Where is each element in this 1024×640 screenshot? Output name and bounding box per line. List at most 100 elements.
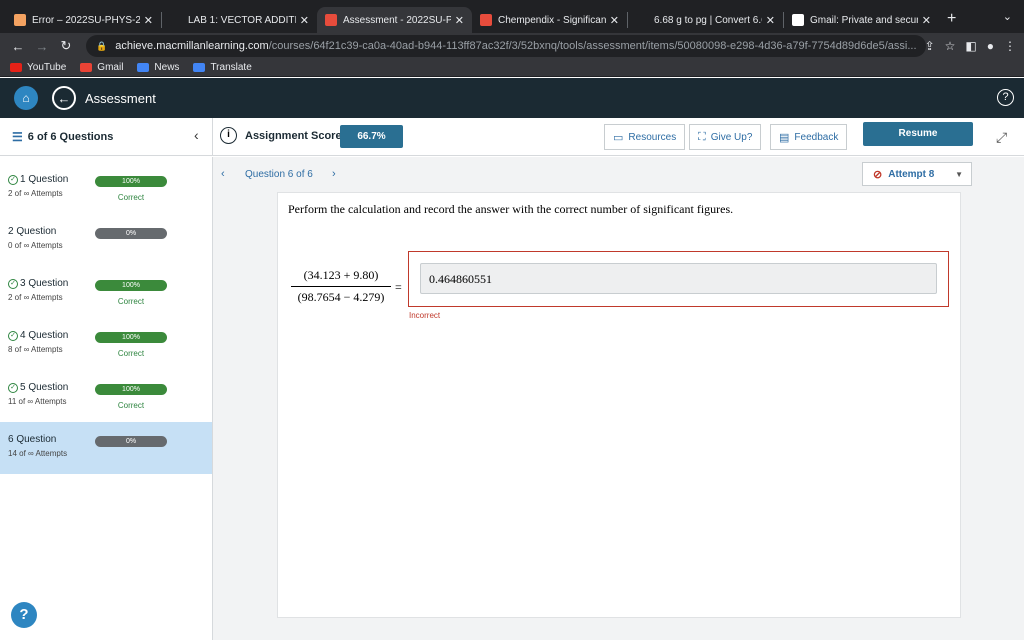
sidebar-question-item[interactable]: 6 Question 14 of ∞ Attempts 0%	[0, 422, 212, 474]
check-circle-icon: ✓	[8, 330, 18, 341]
back-circle-icon[interactable]: ←	[52, 86, 76, 110]
bookmark-favicon-icon	[137, 63, 150, 72]
question-name-label: 4 Question	[20, 330, 69, 341]
question-score-bar: 100%	[95, 384, 167, 395]
resources-button[interactable]: ▭ Resources	[604, 124, 686, 150]
attempt-label: Attempt 8	[888, 168, 935, 180]
next-question-icon[interactable]: ›	[332, 168, 336, 180]
browser-tab[interactable]: Error – 2022SU-PHYS-242 ✕	[6, 7, 161, 33]
folder-icon: ▭	[613, 131, 624, 144]
tab-title: Gmail: Private and secure e	[810, 14, 918, 26]
close-tab-icon[interactable]: ✕	[144, 14, 153, 27]
browser-tab[interactable]: LAB 1: VECTOR ADDITION ✕	[162, 7, 317, 33]
question-count-label: 6 of 6 Questions	[27, 131, 114, 143]
menu-kebab-icon[interactable]: ⋮	[1004, 39, 1016, 53]
bookmark-item[interactable]: Translate	[193, 62, 252, 73]
question-status: Correct	[117, 297, 145, 306]
give-up-label: Give Up?	[710, 131, 753, 143]
expand-icon[interactable]: ⤢	[996, 129, 1007, 146]
close-tab-icon[interactable]: ✕	[766, 14, 775, 27]
collapse-sidebar-icon[interactable]: ‹	[194, 127, 199, 143]
question-score-bar: 100%	[95, 280, 167, 291]
bookmarks-bar: YouTube Gmail News Translate	[0, 59, 1024, 77]
sidebar-question-item[interactable]: ✓ 3 Question 2 of ∞ Attempts 100% Correct	[0, 266, 212, 318]
tab-favicon-icon	[792, 14, 804, 26]
close-tab-icon[interactable]: ✕	[610, 14, 619, 27]
bookmark-star-icon[interactable]: ☆	[945, 39, 956, 53]
url-host: achieve.macmillanlearning.com	[115, 40, 269, 52]
home-icon[interactable]: ⌂	[14, 86, 38, 110]
assessment-toolbar: ☰ 6 of 6 Questions ‹ i Assignment Score:…	[0, 118, 1024, 156]
question-score-bar: 0%	[95, 436, 167, 447]
bookmark-item[interactable]: News	[137, 62, 179, 73]
tab-favicon-icon	[14, 14, 26, 26]
divider	[212, 118, 213, 156]
close-tab-icon[interactable]: ✕	[455, 14, 464, 27]
fraction-expression: (34.123 + 9.80) (98.7654 − 4.279)	[291, 268, 391, 305]
lock-icon: 🔒	[96, 40, 108, 51]
tab-search-icon[interactable]: ⌄	[1003, 10, 1012, 23]
reload-icon[interactable]: ↻	[54, 38, 78, 54]
browser-tab[interactable]: Gmail: Private and secure e ✕	[784, 7, 939, 33]
question-score-bar: 100%	[95, 332, 167, 343]
feedback-button[interactable]: ▤ Feedback	[770, 124, 848, 150]
question-status: Correct	[117, 193, 145, 202]
profile-icon[interactable]: ●	[987, 39, 994, 53]
browser-tab-bar: Error – 2022SU-PHYS-242✕LAB 1: VECTOR AD…	[0, 0, 1024, 33]
sidebar-question-item[interactable]: ✓ 1 Question 2 of ∞ Attempts 100% Correct	[0, 162, 212, 214]
tab-favicon-icon	[325, 14, 337, 26]
bookmark-item[interactable]: YouTube	[10, 62, 66, 73]
info-icon[interactable]: i	[220, 127, 237, 144]
resume-button[interactable]: Resume	[863, 122, 973, 146]
tab-title: Assessment - 2022SU-PH	[343, 14, 451, 26]
browser-address-bar: ← → ↻ 🔒 achieve.macmillanlearning.com/co…	[0, 33, 1024, 59]
browser-tab[interactable]: Chempendix - Significant F ✕	[472, 7, 627, 33]
bookmark-label: Gmail	[97, 62, 124, 73]
prev-question-icon[interactable]: ‹	[221, 168, 225, 180]
feedback-icon: ▤	[779, 131, 790, 144]
question-count[interactable]: ☰ 6 of 6 Questions	[12, 130, 113, 144]
question-nav-label: Question 6 of 6	[245, 169, 313, 180]
tab-favicon-icon	[480, 14, 492, 26]
question-name-label: 5 Question	[20, 382, 69, 393]
check-circle-icon: ✓	[8, 382, 18, 393]
sidepanel-icon[interactable]: ◧	[965, 39, 976, 53]
back-arrow-icon[interactable]: ←	[6, 39, 30, 54]
help-icon[interactable]: ?	[997, 89, 1014, 106]
share-icon[interactable]: ⇪	[925, 39, 935, 53]
question-name-label: 1 Question	[20, 174, 69, 185]
question-name-label: 3 Question	[20, 278, 69, 289]
forward-arrow-icon[interactable]: →	[30, 39, 54, 54]
equals-sign: =	[395, 280, 402, 294]
browser-tab[interactable]: Assessment - 2022SU-PH ✕	[317, 7, 472, 33]
app-title: Assessment	[85, 90, 156, 106]
check-circle-icon: ✓	[8, 278, 18, 289]
give-up-button[interactable]: ⛶ Give Up?	[689, 124, 762, 150]
close-tab-icon[interactable]: ✕	[300, 14, 309, 27]
sidebar-question-item[interactable]: ✓ 5 Question 11 of ∞ Attempts 100% Correct	[0, 370, 212, 422]
attempt-dropdown[interactable]: ⊘ Attempt 8 ▼	[862, 162, 972, 186]
fraction-numerator: (34.123 + 9.80)	[291, 268, 391, 287]
bookmark-label: News	[154, 62, 180, 73]
tab-title: Chempendix - Significant F	[498, 14, 606, 26]
bookmark-item[interactable]: Gmail	[80, 62, 123, 73]
app-header: ⌂ ← Assessment ?	[0, 78, 1024, 118]
question-status: Correct	[117, 401, 145, 410]
sidebar-question-item[interactable]: 2 Question 0 of ∞ Attempts 0%	[0, 214, 212, 266]
bookmark-label: YouTube	[27, 62, 67, 73]
bookmark-favicon-icon	[193, 63, 206, 72]
browser-tab[interactable]: 6.68 g to pg | Convert 6.68 ✕	[628, 7, 783, 33]
sidebar-question-item[interactable]: ✓ 4 Question 8 of ∞ Attempts 100% Correct	[0, 318, 212, 370]
feedback-label: Feedback	[794, 131, 839, 143]
list-icon: ☰	[12, 130, 23, 144]
question-prompt: Perform the calculation and record the a…	[288, 202, 734, 216]
resources-label: Resources	[628, 131, 677, 143]
url-input[interactable]: 🔒 achieve.macmillanlearning.com/courses/…	[86, 35, 926, 57]
new-tab-icon[interactable]: +	[947, 10, 956, 28]
close-tab-icon[interactable]: ✕	[922, 14, 931, 27]
fraction-denominator: (98.7654 − 4.279)	[297, 290, 385, 304]
answer-input[interactable]: 0.464860551	[420, 263, 937, 294]
bookmark-favicon-icon	[10, 63, 22, 72]
help-float-icon[interactable]: ?	[11, 602, 37, 628]
question-name-label: 2 Question	[8, 226, 57, 237]
